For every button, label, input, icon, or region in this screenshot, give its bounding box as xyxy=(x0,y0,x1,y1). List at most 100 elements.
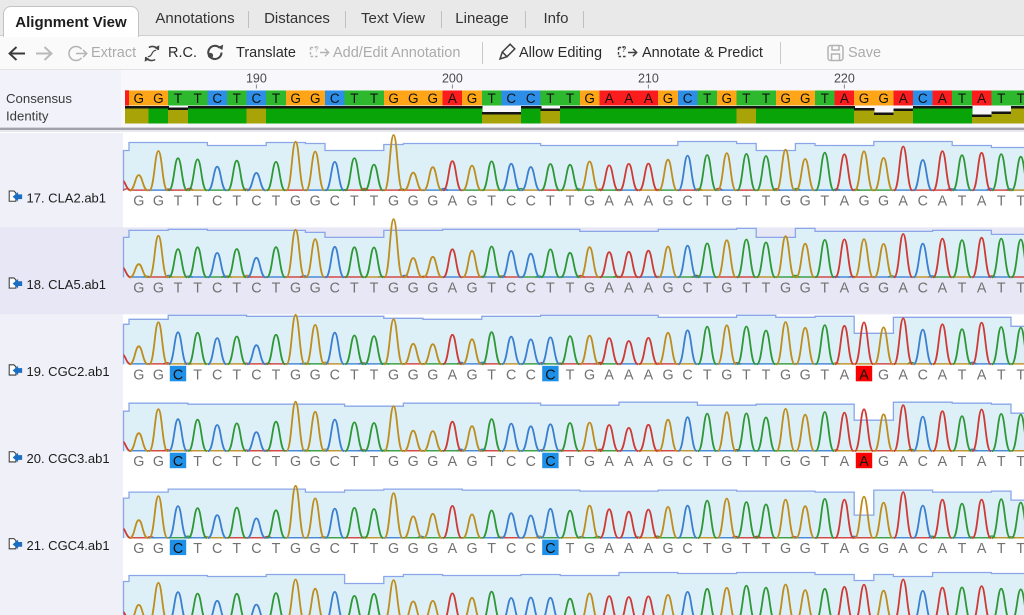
svg-text:T: T xyxy=(762,367,771,383)
svg-text:G: G xyxy=(466,367,477,383)
svg-text:C: C xyxy=(545,541,555,557)
svg-text:A: A xyxy=(938,91,947,106)
svg-text:G: G xyxy=(878,454,889,470)
svg-text:T: T xyxy=(232,367,241,383)
svg-text:T: T xyxy=(762,194,771,210)
svg-text:A: A xyxy=(859,454,869,470)
svg-text:T: T xyxy=(350,91,358,106)
svg-text:T: T xyxy=(997,541,1006,557)
svg-text:G: G xyxy=(290,280,301,296)
svg-text:G: G xyxy=(290,194,301,210)
svg-text:T: T xyxy=(272,541,281,557)
svg-text:A: A xyxy=(938,454,948,470)
svg-text:G: G xyxy=(466,454,477,470)
svg-text:C: C xyxy=(173,454,183,470)
svg-text:G: G xyxy=(408,280,419,296)
svg-text:T: T xyxy=(272,91,280,106)
svg-text:T: T xyxy=(232,454,241,470)
svg-text:G: G xyxy=(878,541,889,557)
svg-text:Identity: Identity xyxy=(6,109,49,124)
svg-text:C: C xyxy=(212,91,222,106)
svg-text:G: G xyxy=(780,454,791,470)
svg-text:A: A xyxy=(604,194,614,210)
svg-text:T: T xyxy=(742,280,751,296)
svg-text:A: A xyxy=(624,280,634,296)
svg-text:A: A xyxy=(840,194,850,210)
svg-text:C: C xyxy=(330,91,340,106)
svg-text:C: C xyxy=(918,194,928,210)
svg-text:A: A xyxy=(624,91,633,106)
svg-text:G: G xyxy=(388,194,399,210)
svg-text:A: A xyxy=(977,367,987,383)
svg-text:T: T xyxy=(193,280,202,296)
svg-text:A: A xyxy=(898,280,908,296)
svg-text:A: A xyxy=(604,541,614,557)
svg-text:T: T xyxy=(272,194,281,210)
svg-text:T: T xyxy=(174,280,183,296)
svg-text:G: G xyxy=(290,91,301,106)
svg-text:A: A xyxy=(604,367,614,383)
svg-text:G: G xyxy=(662,541,673,557)
svg-text:C: C xyxy=(251,194,261,210)
svg-text:T: T xyxy=(193,91,201,106)
svg-text:220: 220 xyxy=(834,72,855,86)
svg-text:C: C xyxy=(330,541,340,557)
svg-text:T: T xyxy=(958,454,967,470)
svg-text:A: A xyxy=(624,541,634,557)
svg-text:G: G xyxy=(584,367,595,383)
svg-text:C: C xyxy=(252,91,262,106)
svg-text:G: G xyxy=(662,367,673,383)
svg-text:T: T xyxy=(193,541,202,557)
svg-text:C: C xyxy=(526,91,536,106)
svg-text:G: G xyxy=(662,280,673,296)
svg-text:G: G xyxy=(388,367,399,383)
svg-text:G: G xyxy=(663,91,674,106)
svg-text:C: C xyxy=(212,367,222,383)
svg-text:T: T xyxy=(232,541,241,557)
svg-text:T: T xyxy=(546,194,555,210)
svg-text:T: T xyxy=(762,91,770,106)
svg-text:T: T xyxy=(821,91,829,106)
svg-text:G: G xyxy=(408,194,419,210)
svg-text:G: G xyxy=(153,454,164,470)
svg-text:A: A xyxy=(624,194,634,210)
svg-text:G: G xyxy=(153,194,164,210)
svg-text:C: C xyxy=(918,280,928,296)
svg-text:G: G xyxy=(800,280,811,296)
svg-text:A: A xyxy=(898,367,908,383)
svg-text:T: T xyxy=(566,454,575,470)
svg-text:G: G xyxy=(153,541,164,557)
svg-text:C: C xyxy=(330,280,340,296)
svg-text:G: G xyxy=(388,91,399,106)
svg-text:A: A xyxy=(840,454,850,470)
svg-text:A: A xyxy=(977,194,987,210)
svg-text:G: G xyxy=(408,541,419,557)
svg-text:T: T xyxy=(350,454,359,470)
svg-text:A: A xyxy=(605,91,614,106)
svg-text:G: G xyxy=(800,91,811,106)
svg-text:G: G xyxy=(858,280,869,296)
svg-text:C: C xyxy=(526,454,536,470)
svg-text:A: A xyxy=(898,454,908,470)
svg-text:T: T xyxy=(232,194,241,210)
svg-text:C: C xyxy=(251,280,261,296)
svg-text:T: T xyxy=(742,91,750,106)
svg-text:T: T xyxy=(487,454,496,470)
svg-text:A: A xyxy=(840,280,850,296)
svg-text:20. CGC3.ab1: 20. CGC3.ab1 xyxy=(27,451,110,466)
svg-text:G: G xyxy=(427,194,438,210)
svg-text:C: C xyxy=(212,454,222,470)
svg-text:G: G xyxy=(428,91,439,106)
svg-text:A: A xyxy=(448,367,458,383)
svg-text:T: T xyxy=(958,367,967,383)
svg-text:T: T xyxy=(762,280,771,296)
svg-text:A: A xyxy=(644,280,654,296)
svg-text:T: T xyxy=(997,367,1006,383)
svg-text:T: T xyxy=(1016,454,1024,470)
svg-text:C: C xyxy=(682,454,692,470)
svg-text:G: G xyxy=(859,91,870,106)
svg-text:T: T xyxy=(350,280,359,296)
svg-text:A: A xyxy=(448,194,458,210)
svg-text:T: T xyxy=(742,454,751,470)
svg-text:T: T xyxy=(742,541,751,557)
